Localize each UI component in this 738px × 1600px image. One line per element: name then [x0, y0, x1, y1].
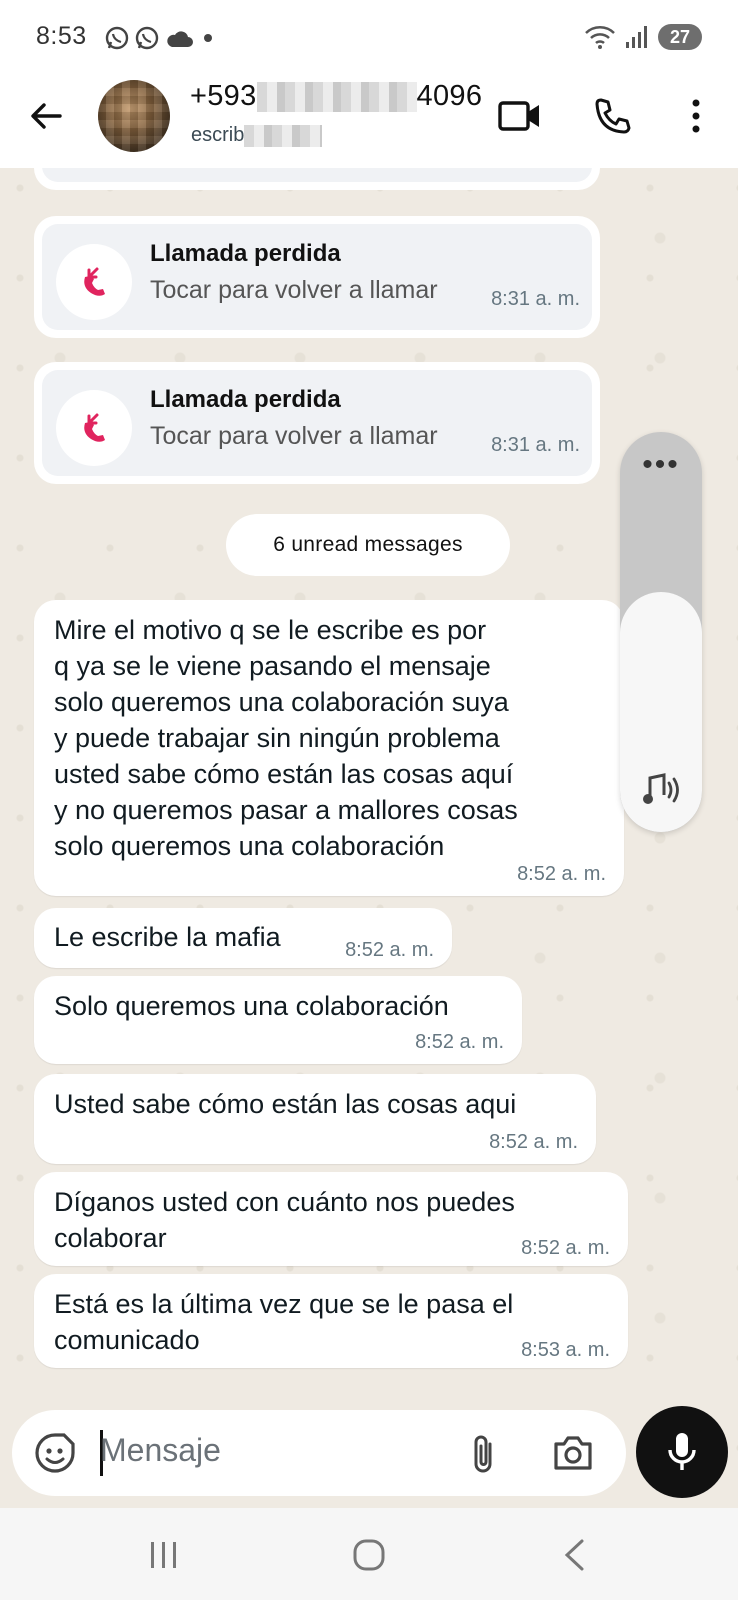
volume-more-options[interactable]: •••: [620, 450, 702, 480]
back-arrow-icon: [31, 103, 62, 129]
contact-prefix: +593: [190, 80, 257, 112]
call-subtitle: Tocar para volver a llamar: [150, 276, 438, 304]
call-title: Llamada perdida: [150, 240, 341, 267]
previous-call-card: [34, 168, 600, 190]
chat-header: +593 4096 escrib: [0, 72, 738, 168]
message-input-bar[interactable]: Mensaje: [12, 1410, 626, 1496]
dot-icon: [204, 34, 212, 42]
missed-call-inner: Llamada perdida Tocar para volver a llam…: [42, 370, 592, 476]
message-text: Solo queremos una colaboración: [54, 991, 449, 1021]
more-vert-icon: [692, 99, 700, 133]
message-bubble[interactable]: Solo queremos una colaboración 8:52 a. m…: [34, 976, 522, 1064]
message-bubble[interactable]: Está es la última vez que se le pasa el …: [34, 1274, 628, 1368]
phone-icon: [595, 98, 631, 134]
contact-name[interactable]: +593 4096: [190, 80, 482, 113]
message-time: 8:52 a. m.: [415, 1031, 504, 1053]
message-time: 8:52 a. m.: [489, 1131, 578, 1153]
message-time: 8:52 a. m.: [521, 1237, 610, 1259]
back-icon[interactable]: [562, 1538, 586, 1572]
status-time: 8:53: [36, 22, 87, 50]
whatsapp-icon: [105, 26, 129, 50]
message-text: Está es la última vez que se le pasa el …: [54, 1289, 514, 1355]
status-bar: 8:53 27: [0, 0, 738, 72]
voice-note-button[interactable]: [636, 1406, 728, 1498]
sticker-icon[interactable]: [34, 1432, 76, 1474]
message-text: Díganos usted con cuánto nos puedes cola…: [54, 1187, 515, 1253]
missed-call-icon: [84, 267, 105, 296]
camera-icon[interactable]: [552, 1434, 594, 1472]
avatar[interactable]: [98, 80, 170, 152]
microphone-icon: [668, 1433, 696, 1470]
message-text: Le escribe la mafia: [54, 922, 281, 952]
missed-call-icon: [84, 413, 105, 442]
message-bubble[interactable]: Le escribe la mafia 8:52 a. m.: [34, 908, 452, 968]
home-icon[interactable]: [352, 1538, 386, 1572]
call-subtitle: Tocar para volver a llamar: [150, 422, 438, 450]
missed-call-card[interactable]: Llamada perdida Tocar para volver a llam…: [34, 362, 600, 484]
message-input[interactable]: Mensaje: [100, 1432, 221, 1469]
back-button[interactable]: [26, 96, 66, 136]
video-call-icon: [498, 101, 539, 131]
chat-area[interactable]: Llamada perdida Tocar para volver a llam…: [0, 168, 738, 1508]
missed-call-icon-circle: [56, 390, 132, 466]
whatsapp-icon: [135, 26, 159, 50]
contact-status: escrib: [191, 124, 323, 147]
message-bubble[interactable]: Mire el motivo q se le escribe es por q …: [34, 600, 624, 896]
missed-call-card[interactable]: Llamada perdida Tocar para volver a llam…: [34, 216, 600, 338]
message-bubble[interactable]: Usted sabe cómo están las cosas aqui 8:5…: [34, 1074, 596, 1164]
volume-slider[interactable]: •••: [620, 432, 702, 832]
message-text: Mire el motivo q se le escribe es por q …: [54, 615, 518, 861]
contact-status-text: escrib: [191, 124, 245, 146]
signal-icon: [626, 26, 647, 48]
unread-messages-divider: 6 unread messages: [226, 514, 510, 576]
redacted-status: [244, 124, 323, 147]
call-time: 8:31 a. m.: [491, 288, 580, 310]
system-nav-bar: [0, 1508, 738, 1600]
avatar-pixelation: [98, 80, 170, 152]
previous-call-inner: [42, 168, 592, 182]
voice-call-button[interactable]: [588, 92, 636, 140]
status-icons-left: [104, 24, 218, 52]
missed-call-icon-circle: [56, 244, 132, 320]
message-bubble[interactable]: Díganos usted con cuánto nos puedes cola…: [34, 1172, 628, 1266]
call-title: Llamada perdida: [150, 386, 341, 413]
redacted-number: [256, 82, 417, 113]
wifi-icon: [585, 26, 615, 49]
message-time: 8:52 a. m.: [517, 863, 606, 885]
media-volume-icon: [643, 773, 679, 804]
recents-icon[interactable]: [148, 1540, 180, 1570]
attach-icon[interactable]: [468, 1432, 498, 1476]
message-time: 8:52 a. m.: [345, 939, 434, 961]
video-call-button[interactable]: [496, 92, 544, 140]
message-text: Usted sabe cómo están las cosas aqui: [54, 1089, 517, 1119]
call-time: 8:31 a. m.: [491, 434, 580, 456]
more-options-button[interactable]: [672, 92, 720, 140]
message-time: 8:53 a. m.: [521, 1339, 610, 1361]
missed-call-inner: Llamada perdida Tocar para volver a llam…: [42, 224, 592, 330]
contact-suffix: 4096: [416, 80, 483, 112]
cloud-icon: [167, 31, 193, 47]
battery-icon: 27: [658, 24, 702, 50]
status-icons-right: 27: [584, 22, 702, 52]
